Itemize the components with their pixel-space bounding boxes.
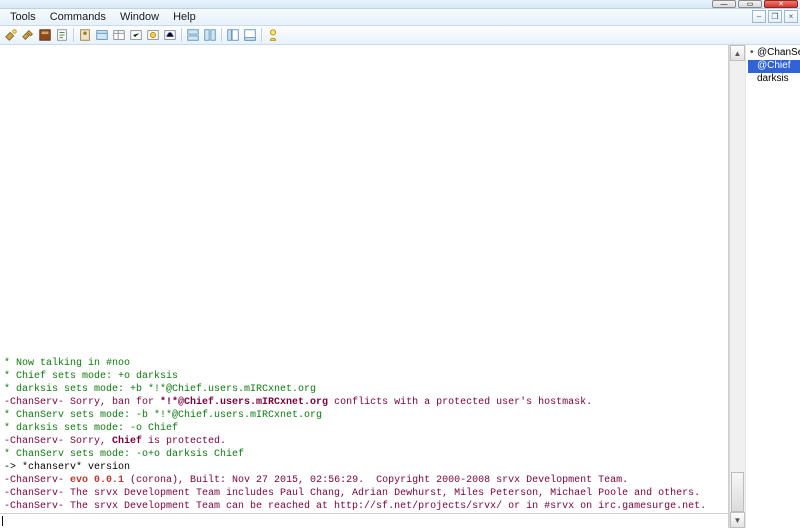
chat-line: -> *chanserv* version [4,461,724,474]
disconnect-icon[interactable] [20,27,36,43]
window-maximize-button[interactable]: ▭ [738,0,762,8]
window-minimize-button[interactable]: — [712,0,736,8]
chat-line: * Now talking in #noo [4,357,724,370]
scroll-up-button[interactable]: ▲ [730,45,745,61]
chat-line: -ChanServ- The srvx Development Team can… [4,500,724,513]
chat-line: -ChanServ- Sorry, Chief is protected. [4,435,724,448]
chat-input[interactable] [0,513,728,528]
chat-fragment: -ChanServ- [4,475,70,486]
connect-icon[interactable] [3,27,19,43]
chat-log: * Now talking in #noo* Chief sets mode: … [4,357,724,513]
nick-label: @Chief [757,60,791,71]
menu-commands[interactable]: Commands [44,10,112,24]
toolbar [0,26,800,45]
chat-line: * darksis sets mode: +b *!*@Chief.users.… [4,383,724,396]
options-icon[interactable] [37,27,53,43]
dcc-icon[interactable] [128,27,144,43]
chat-fragment: conflicts with a protected user's hostma… [328,397,592,408]
menu-help[interactable]: Help [167,10,202,24]
toolbar-separator [221,28,222,42]
nicklist-item[interactable]: •@ChanServ [748,47,800,60]
mdi-restore-button[interactable]: ❐ [768,10,782,23]
menubar: Tools Commands Window Help – ❐ × [0,9,800,26]
tile-h-icon[interactable] [185,27,201,43]
chat-line: * Chief sets mode: +o darksis [4,370,724,383]
chat-fragment: evo 0.0.1 [70,475,124,486]
window-close-button[interactable]: ✕ [764,0,798,8]
menu-window[interactable]: Window [114,10,165,24]
chat-line: -ChanServ- Sorry, ban for *!*@Chief.user… [4,396,724,409]
channels-icon[interactable] [111,27,127,43]
chat-line: * ChanServ sets mode: -o+o darksis Chief [4,448,724,461]
chat-fragment: Chief [112,436,142,447]
toolbar-separator [261,28,262,42]
scroll-down-button[interactable]: ▼ [730,512,745,528]
chat-fragment: (corona), Built: Nov 27 2015, 02:56:29. … [124,475,628,486]
addressbook-icon[interactable] [77,27,93,43]
menu-tools[interactable]: Tools [4,10,42,24]
nick-label: @ChanServ [757,47,800,58]
links-icon[interactable] [94,27,110,43]
chat-line: -ChanServ- The srvx Development Team inc… [4,487,724,500]
script-icon[interactable] [54,27,70,43]
nicklist-item[interactable]: darksis [748,73,800,86]
notify-icon[interactable] [145,27,161,43]
workspace: * Now talking in #noo* Chief sets mode: … [0,45,800,528]
tree-icon[interactable] [225,27,241,43]
chat-fragment: -ChanServ- Sorry, ban for [4,397,160,408]
about-icon[interactable] [265,27,281,43]
chat-line: -ChanServ- evo 0.0.1 (corona), Built: No… [4,474,724,487]
nicklist[interactable]: •@ChanServ@Chiefdarksis [745,45,800,528]
toolbar-separator [181,28,182,42]
scroll-thumb[interactable] [731,472,744,512]
chat-line: * darksis sets mode: -o Chief [4,422,724,435]
chat-line: * ChanServ sets mode: -b *!*@Chief.users… [4,409,724,422]
chat-scrollbar[interactable]: ▲ ▼ [729,45,745,528]
chat-pane: * Now talking in #noo* Chief sets mode: … [0,45,729,528]
nick-label: darksis [757,73,789,84]
toolbar-separator [73,28,74,42]
chat-fragment: -ChanServ- Sorry, [4,436,112,447]
window-titlebar: — ▭ ✕ [0,0,800,9]
nick-prefix-icon: • [750,47,757,58]
urls-icon[interactable] [162,27,178,43]
mdi-close-button[interactable]: × [784,10,798,23]
mdi-minimize-button[interactable]: – [752,10,766,23]
chat-scroll: * Now talking in #noo* Chief sets mode: … [0,45,728,513]
chat-fragment: is protected. [142,436,226,447]
nicklist-item[interactable]: @Chief [748,60,800,73]
tile-v-icon[interactable] [202,27,218,43]
chat-fragment: *!*@Chief.users.mIRCxnet.org [160,397,328,408]
switchbar-icon[interactable] [242,27,258,43]
